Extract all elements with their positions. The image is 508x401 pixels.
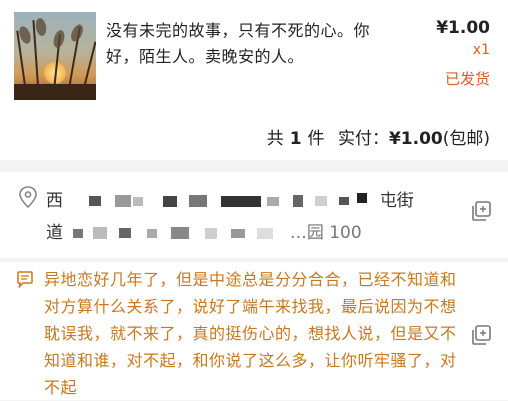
shipping-note: (包邮)	[442, 129, 490, 149]
product-thumbnail[interactable]	[14, 12, 96, 100]
summary-prefix: 共	[266, 129, 284, 149]
reed-tuft	[68, 22, 86, 44]
address-line-1-end: 屯街	[379, 191, 414, 211]
product-title[interactable]: 没有未完的故事，只有不死的心。你好，陌生人。卖晚安的人。	[106, 18, 396, 70]
order-card[interactable]: 没有未完的故事，只有不死的心。你好，陌生人。卖晚安的人。 ¥1.00 x1 已发…	[0, 0, 508, 160]
item-count: 1	[289, 129, 302, 149]
redacted-mosaic	[73, 227, 274, 239]
copy-icon[interactable]	[470, 200, 492, 222]
paid-amount: ¥1.00	[388, 129, 443, 149]
address-line-2-end: …园 100	[289, 223, 362, 243]
address-line-2: 道 …园 100	[46, 218, 362, 243]
copy-icon[interactable]	[470, 324, 492, 346]
location-pin-icon	[19, 186, 37, 208]
summary-unit: 件	[307, 129, 325, 149]
buyer-message-card: 异地恋好几年了，但是中途总是分分合合，已经不知道和对方算什么关系了，说好了端午来…	[0, 262, 508, 400]
item-quantity: x1	[472, 42, 490, 58]
order-status: 已发货	[444, 70, 490, 88]
address-line-2-start: 道	[46, 223, 63, 243]
reed-tuft	[51, 29, 67, 49]
ground	[14, 84, 96, 100]
paid-label: 实付：	[337, 129, 389, 149]
order-summary: 共1件 实付：¥1.00(包邮)	[267, 124, 490, 149]
address-line-1-start: 西	[46, 191, 63, 211]
address-card: 西 屯街 道 …园 100	[0, 172, 508, 258]
item-price: ¥1.00	[436, 18, 490, 38]
message-bubble-icon	[17, 271, 33, 288]
address-line-1: 西 屯街	[46, 186, 414, 211]
redacted-mosaic	[89, 193, 368, 207]
buyer-message: 异地恋好几年了，但是中途总是分分合合，已经不知道和对方算什么关系了，说好了端午来…	[44, 270, 457, 397]
reed-tuft	[34, 17, 48, 37]
